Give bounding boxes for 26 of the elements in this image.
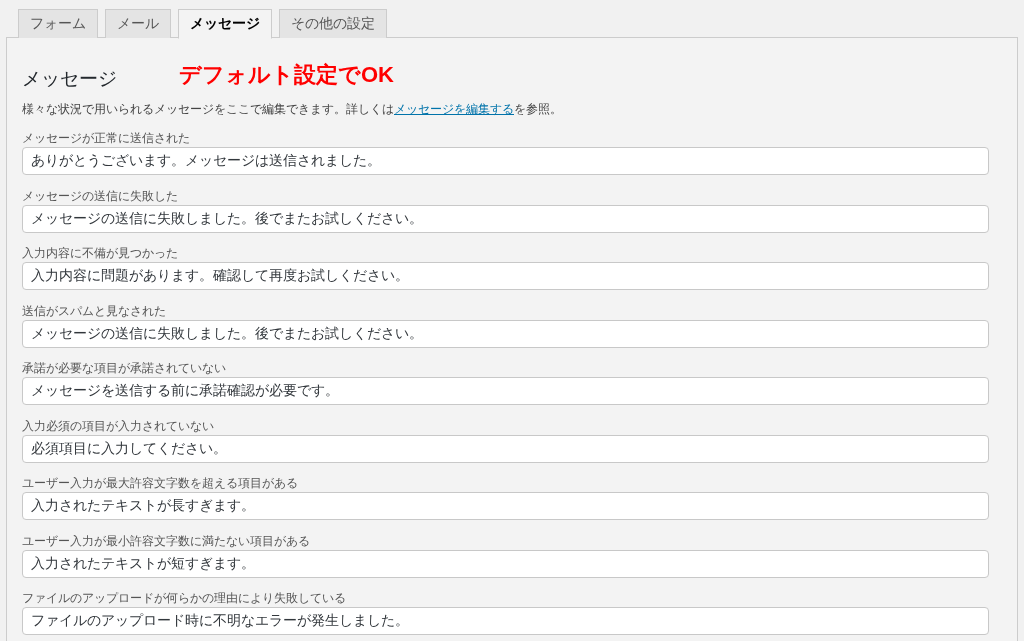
- help-link[interactable]: メッセージを編集する: [394, 103, 514, 115]
- tab[interactable]: フォーム: [18, 9, 98, 38]
- field-label: 入力内容に不備が見つかった: [22, 245, 179, 262]
- input-field[interactable]: 入力されたテキストが長すぎます。: [22, 492, 989, 520]
- field-label: ユーザー入力が最小許容文字数に満たない項目がある: [22, 532, 311, 550]
- input-field[interactable]: ファイルのアップロード時に不明なエラーが発生しました。: [22, 607, 989, 635]
- input-field[interactable]: 入力されたテキストが短すぎます。: [22, 549, 989, 578]
- field-label: 承諾が必要な項目が承諾されていない: [22, 360, 227, 377]
- annotation-text: デフォルト設定でOK: [179, 61, 394, 89]
- tab[interactable]: メッセージ: [178, 9, 272, 39]
- input-field[interactable]: メッセージを送信する前に承諾確認が必要です。: [22, 377, 989, 405]
- input-field[interactable]: メッセージの送信に失敗しました。後でまたお試しください。: [22, 204, 989, 233]
- field-label: ファイルのアップロードが何らかの理由により失敗している: [22, 590, 347, 607]
- input-field[interactable]: 入力内容に問題があります。確認して再度お試しください。: [22, 262, 989, 290]
- field-label: メッセージが正常に送信された: [22, 130, 191, 147]
- input-field[interactable]: ありがとうございます。メッセージは送信されました。: [22, 147, 989, 175]
- tab[interactable]: メール: [105, 9, 171, 38]
- field-label: 送信がスパムと見なされた: [22, 302, 167, 320]
- section-heading: メッセージ: [22, 67, 117, 91]
- field-label: ユーザー入力が最大許容文字数を超える項目がある: [22, 475, 299, 492]
- description-text: 様々な状況で用いられるメッセージをここで編集できます。詳しくはメッセージを編集するを参照。: [22, 102, 563, 116]
- field-label: メッセージの送信に失敗した: [22, 187, 179, 205]
- input-field[interactable]: メッセージの送信に失敗しました。後でまたお試しください。: [22, 319, 989, 348]
- field-label: 入力必須の項目が入力されていない: [22, 417, 215, 435]
- tab[interactable]: その他の設定: [279, 9, 387, 38]
- input-field[interactable]: 必須項目に入力してください。: [22, 434, 989, 463]
